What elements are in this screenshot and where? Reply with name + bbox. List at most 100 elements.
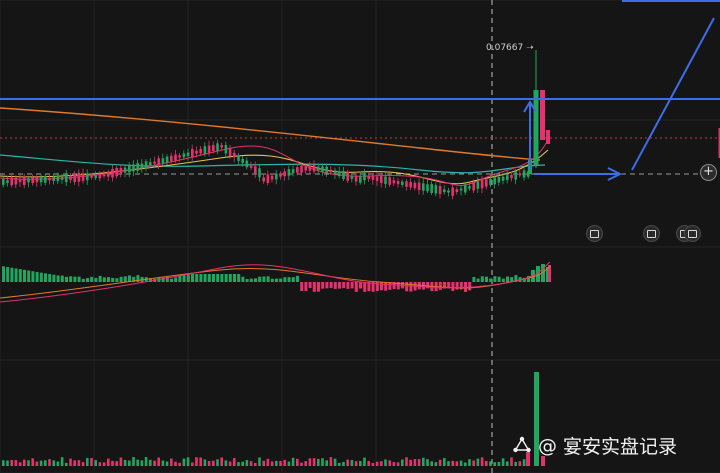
volume-bar: [304, 461, 307, 466]
candle-body: [60, 176, 64, 180]
candle-body: [522, 170, 526, 178]
candle-body: [203, 146, 207, 154]
macd-bar: [174, 277, 178, 282]
macd-bar: [308, 282, 312, 289]
volume-bar: [102, 462, 106, 466]
macd-bar: [123, 276, 127, 282]
volume-bar: [262, 460, 265, 466]
candle-body: [73, 173, 76, 182]
volume-bar: [195, 457, 198, 466]
macd-bar: [438, 282, 442, 290]
macd-bar: [304, 282, 308, 291]
macd-bar: [245, 278, 249, 282]
grid-lines: [0, 0, 720, 473]
candle-body: [396, 180, 400, 185]
candle-body: [359, 176, 362, 183]
candle-body: [245, 160, 249, 168]
macd-bar: [27, 270, 31, 282]
add-price-alert-button[interactable]: +: [700, 164, 717, 181]
candle-body: [518, 173, 522, 176]
volume-bar: [325, 460, 328, 466]
volume-bar: [333, 458, 337, 466]
candle-body: [65, 174, 68, 183]
candle-body: [6, 180, 9, 183]
candles: [2, 50, 550, 200]
volume-bar: [81, 462, 85, 466]
candle-body: [31, 177, 34, 184]
macd-bar: [212, 274, 215, 282]
candle-body: [86, 173, 89, 181]
macd-bar: [350, 282, 354, 289]
drawing-tool-icon[interactable]: [643, 225, 660, 242]
macd-bar: [266, 276, 270, 282]
macd-bar: [48, 274, 52, 282]
volume-bar: [266, 458, 270, 466]
candle-body: [39, 176, 43, 183]
macd-bar: [291, 277, 295, 282]
volume-panel: [2, 372, 545, 466]
macd-panel: [0, 261, 551, 303]
volume-bar: [338, 462, 341, 466]
macd-bar: [476, 278, 480, 282]
candlestick-chart[interactable]: [0, 0, 720, 473]
macd-bar: [325, 282, 329, 289]
volume-bar: [296, 458, 299, 466]
volume-bar: [65, 462, 68, 466]
macd-bar: [203, 274, 207, 282]
macd-bar: [31, 271, 35, 282]
candle-body: [157, 158, 160, 165]
volume-bar: [224, 460, 228, 466]
macd-bar: [69, 276, 73, 282]
volume-bar: [119, 457, 123, 466]
macd-bar: [178, 275, 182, 282]
candle-body: [136, 162, 139, 171]
volume-bar: [506, 461, 509, 466]
volume-bar: [396, 462, 400, 466]
volume-bar: [191, 462, 194, 466]
candle-body: [283, 171, 286, 177]
candle-body: [195, 150, 198, 154]
volume-bar: [182, 458, 186, 466]
volume-bar: [107, 458, 110, 466]
volume-bar: [275, 460, 278, 466]
candle-body: [115, 168, 118, 177]
user-drawings[interactable]: [0, 0, 720, 181]
candle-body: [165, 156, 169, 163]
drawing-tool-icon[interactable]: [586, 225, 603, 242]
macd-bar: [60, 275, 64, 282]
macd-bar: [451, 282, 455, 292]
volume-bar: [342, 461, 345, 466]
volume-bar: [157, 457, 160, 466]
candle-body: [23, 176, 26, 185]
candle-body: [367, 175, 370, 179]
candle-body: [254, 166, 257, 174]
macd-bar: [98, 275, 102, 282]
volume-bar: [279, 461, 282, 466]
macd-bar: [14, 268, 18, 282]
volume-bar: [434, 462, 438, 466]
candle-body: [363, 172, 366, 181]
candle-body: [249, 165, 253, 168]
macd-bar: [77, 276, 81, 282]
candle-body: [153, 161, 156, 164]
macd-bar: [233, 274, 236, 282]
candle-body: [10, 177, 13, 186]
volume-bar: [354, 461, 358, 466]
candle-body: [459, 188, 463, 191]
macd-bar: [321, 282, 325, 289]
drawing-tool-icon[interactable]: [684, 225, 701, 242]
macd-bar: [216, 274, 220, 282]
ma-long-line: [0, 107, 541, 161]
macd-bar: [497, 276, 501, 282]
volume-bar: [132, 457, 135, 466]
volume-bar: [459, 460, 463, 466]
candle-body: [468, 186, 471, 189]
candle-body: [533, 90, 539, 165]
volume-bar: [522, 459, 526, 466]
candle-body: [224, 144, 228, 154]
volume-bar: [136, 459, 139, 466]
candle-body: [451, 187, 454, 196]
macd-bar: [405, 282, 409, 292]
candle-body: [413, 182, 417, 189]
macd-bar: [35, 271, 39, 282]
